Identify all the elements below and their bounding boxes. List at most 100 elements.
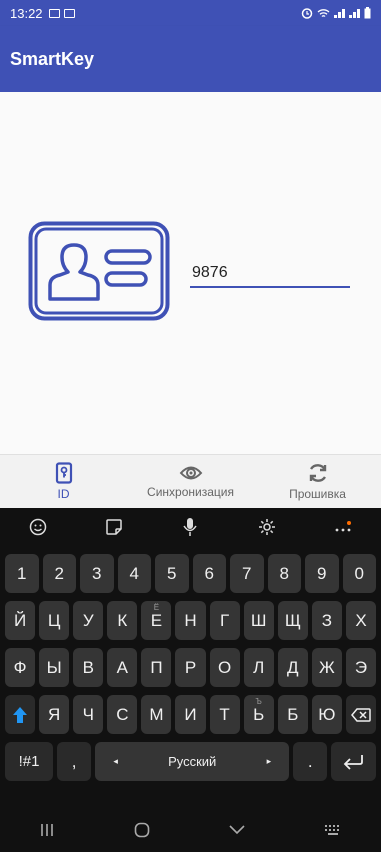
key-letter[interactable]: Х [345,601,377,640]
soft-keyboard: 1 2 3 4 5 6 7 8 9 0 Й Ц У К ЁЕ Н Г Ш Щ З… [0,508,381,852]
key-letter[interactable]: Т [209,695,240,734]
recents-icon[interactable] [39,823,55,837]
key-0[interactable]: 0 [342,554,376,593]
alarm-icon [301,8,313,19]
home-icon[interactable] [134,822,150,838]
enter-icon [343,754,363,770]
system-navigation-bar [0,808,381,852]
enter-key[interactable] [331,742,376,781]
comma-key[interactable]: , [57,742,92,781]
mic-icon[interactable] [176,513,204,541]
key-letter[interactable]: Б [277,695,308,734]
key-letter[interactable]: И [175,695,206,734]
key-8[interactable]: 8 [267,554,301,593]
key-letter[interactable]: Я [39,695,70,734]
key-letter[interactable]: Р [175,648,206,687]
key-letter[interactable]: У [73,601,104,640]
key-letter[interactable]: Й [5,601,36,640]
key-5[interactable]: 5 [155,554,189,593]
key-7[interactable]: 7 [230,554,264,593]
key-letter[interactable]: Д [277,648,308,687]
settings-icon[interactable] [253,513,281,541]
app-bar: SmartKey [0,26,381,92]
key-letter[interactable]: Г [209,601,240,640]
wifi-icon [317,8,330,17]
sync-eye-icon [179,466,202,480]
more-icon[interactable] [329,513,357,541]
main-content [0,92,381,454]
backspace-icon [351,707,371,722]
space-language-label: Русский [168,754,217,769]
key-9[interactable]: 9 [305,554,339,593]
signal-icon-2 [349,8,360,18]
keyboard-row-3: Я Ч С М И Т ЪЬ Б Ю [0,695,381,734]
key-letter-soft[interactable]: ЪЬ [243,695,274,734]
key-3[interactable]: 3 [80,554,114,593]
keyboard-row-numbers: 1 2 3 4 5 6 7 8 9 0 [0,554,381,593]
cursor-left-icon: ◂ [113,756,118,766]
keyboard-row-2: Ф Ы В А П Р О Л Д Ж Э [0,648,381,687]
key-letter[interactable]: В [73,648,104,687]
key-letter[interactable]: Ж [311,648,342,687]
nav-item-id[interactable]: ID [0,455,127,508]
sticker-icon[interactable] [100,513,128,541]
key-4[interactable]: 4 [117,554,151,593]
back-chevron-down-icon[interactable] [229,825,245,835]
key-letter[interactable]: С [107,695,138,734]
shift-arrow-icon [13,706,28,723]
key-hint: Ё [153,603,160,612]
battery-icon [364,7,371,19]
key-letter[interactable]: М [141,695,172,734]
key-letter[interactable]: Э [345,648,377,687]
keyboard-toolbar [0,508,381,546]
keyboard-row-1: Й Ц У К ЁЕ Н Г Ш Щ З Х [0,601,381,640]
key-letter[interactable]: Ю [311,695,342,734]
key-letter[interactable]: З [311,601,342,640]
space-key[interactable]: ◂ Русский ▸ [95,742,290,781]
id-card-icon [28,221,170,321]
key-letter[interactable]: Л [243,648,274,687]
nav-item-sync[interactable]: Синхронизация [127,455,254,508]
nav-item-firmware[interactable]: Прошивка [254,455,381,508]
status-right-icons [301,7,371,19]
key-letter[interactable]: П [141,648,172,687]
key-letter[interactable]: К [107,601,138,640]
gallery-notification-icon [48,8,60,18]
key-letter[interactable]: Ц [39,601,70,640]
key-2[interactable]: 2 [42,554,76,593]
phone-key-icon [55,462,72,484]
app-title: SmartKey [10,48,95,69]
status-bar: 13:22 [0,0,381,26]
id-input[interactable] [190,260,350,286]
key-letter[interactable]: Ш [243,601,274,640]
id-input-underline [190,260,350,288]
period-key[interactable]: . [293,742,328,781]
status-time: 13:22 [10,5,43,21]
keyboard-switch-icon[interactable] [324,824,342,836]
key-6[interactable]: 6 [192,554,226,593]
key-letter[interactable]: Ы [39,648,70,687]
key-label: Ь [253,704,265,724]
key-1[interactable]: 1 [5,554,39,593]
nav-label-firmware: Прошивка [289,487,346,501]
key-letter[interactable]: Н [175,601,206,640]
key-letter[interactable]: А [107,648,138,687]
cursor-right-icon: ▸ [266,756,272,766]
key-letter[interactable]: Ч [73,695,104,734]
key-label: Е [150,610,163,630]
app-notification-icon [63,8,75,18]
key-letter[interactable]: О [209,648,240,687]
key-letter[interactable]: Ф [5,648,36,687]
bottom-navigation: ID Синхронизация Прошивка [0,454,381,508]
refresh-icon [309,464,326,482]
signal-icon-1 [334,8,345,18]
key-letter-e[interactable]: ЁЕ [141,601,172,640]
symbols-key[interactable]: !#1 [5,742,54,781]
nav-label-sync: Синхронизация [147,485,234,499]
key-letter[interactable]: Щ [277,601,308,640]
emoji-icon[interactable] [24,513,52,541]
backspace-key[interactable] [345,695,377,734]
keyboard-row-bottom: !#1 , ◂ Русский ▸ . [0,742,381,781]
shift-key[interactable] [5,695,36,734]
key-hint: Ъ [255,697,262,706]
